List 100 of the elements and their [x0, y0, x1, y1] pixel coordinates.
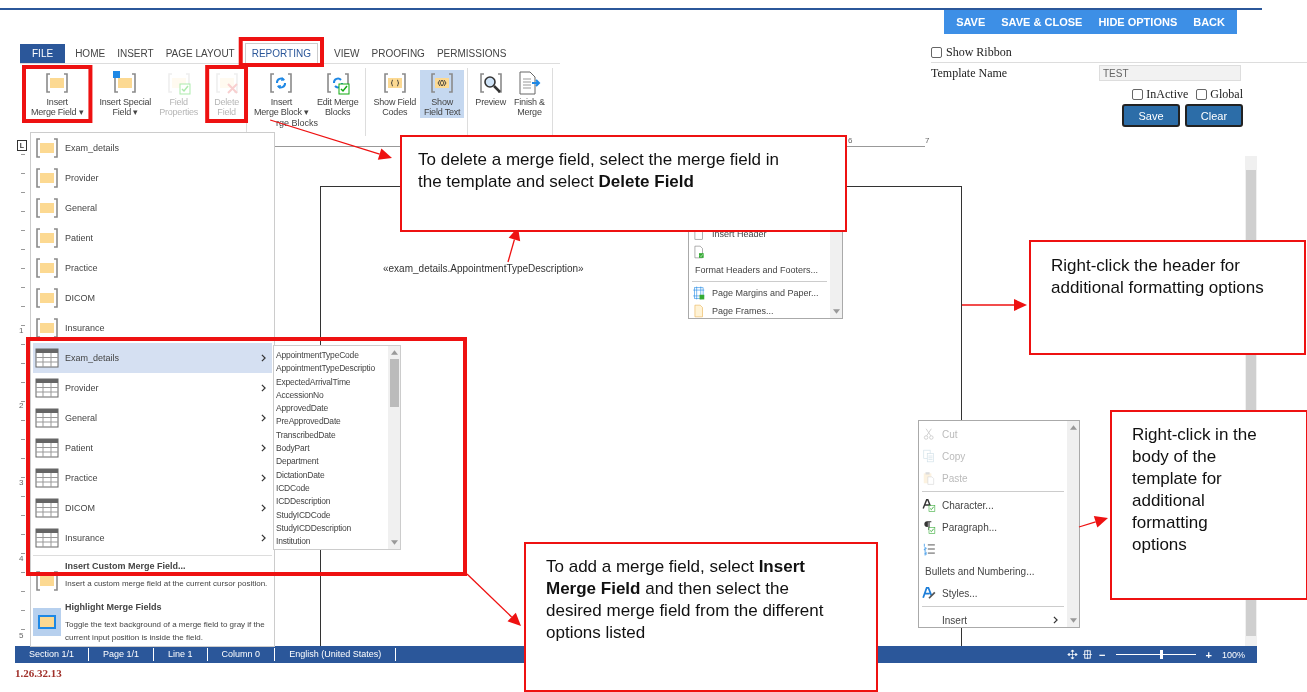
menu-item[interactable]: Page Frames...: [692, 302, 827, 320]
menu-scrollbar[interactable]: [388, 346, 400, 549]
ribbon-button[interactable]: Preview: [471, 70, 510, 118]
ribbon-tab[interactable]: INSERT: [111, 44, 160, 63]
field-check-icon: [166, 71, 191, 95]
menu-scrollbar[interactable]: [1067, 421, 1079, 627]
menu-item[interactable]: Insurance: [33, 313, 272, 343]
checkbox[interactable]: [1196, 89, 1208, 100]
menu-item[interactable]: DictationDate: [276, 468, 388, 482]
menu-item[interactable]: AppointmentTypeDescriptio: [276, 362, 388, 376]
table-icon: [35, 376, 59, 400]
menu-item[interactable]: Paragraph...: [922, 516, 1064, 538]
bracket-braces-icon: [382, 71, 407, 95]
paste-icon: [922, 471, 936, 485]
form-button[interactable]: Clear: [1185, 104, 1243, 127]
ribbon-tab[interactable]: PERMISSIONS: [430, 44, 513, 63]
menu-item[interactable]: ICDCode: [276, 481, 388, 496]
slider-thumb[interactable]: [1159, 650, 1163, 659]
scroll-down-icon[interactable]: [832, 309, 840, 314]
menu-item[interactable]: Provider: [33, 373, 272, 403]
file-tab[interactable]: FILE: [20, 44, 66, 63]
menu-item[interactable]: AccessionNo: [276, 388, 388, 403]
ribbon-button[interactable]: Show Field Codes: [369, 70, 420, 118]
status-item: Line 1: [154, 648, 208, 661]
bracket-field-icon: [35, 136, 59, 160]
page-check-icon: [692, 245, 706, 259]
menu-item[interactable]: Styles...: [922, 582, 1064, 604]
chevron-right-icon: [261, 474, 266, 482]
ribbon-button[interactable]: Show Field Text: [420, 70, 465, 118]
menu-item[interactable]: ExpectedArrivalTime: [276, 375, 388, 389]
menu-item[interactable]: StudyICDDescription: [276, 521, 388, 536]
scroll-up-icon[interactable]: [390, 350, 398, 355]
merge-field-text[interactable]: «exam_details.AppointmentTypeDescription»: [383, 263, 584, 274]
zoom-in-button[interactable]: +: [1201, 648, 1216, 661]
bracket-field-icon: [35, 286, 59, 310]
scroll-down-icon[interactable]: [1069, 618, 1077, 623]
bracket-cycle-check-icon: [325, 71, 350, 95]
scroll-up-icon[interactable]: [1069, 425, 1077, 430]
menu-item[interactable]: StudyICDCode: [276, 508, 388, 522]
menu-item[interactable]: TranscribedDate: [276, 428, 388, 443]
zoom-out-button[interactable]: −: [1095, 648, 1110, 661]
menu-item[interactable]: Insert: [922, 609, 1064, 631]
menu-item[interactable]: AppointmentTypeCode: [276, 349, 388, 363]
fit-page-icon[interactable]: [1082, 649, 1094, 660]
menu-item[interactable]: Patient: [33, 223, 272, 253]
bracket-field-icon: [35, 166, 59, 190]
menu-item[interactable]: PreApprovedDate: [276, 415, 388, 429]
template-name-field[interactable]: TEST: [1099, 65, 1241, 81]
checkbox-label: Show Ribbon: [946, 44, 1012, 60]
menu-item[interactable]: ApprovedDate: [276, 402, 388, 416]
copy-icon: [922, 449, 936, 463]
ribbon-tab[interactable]: REPORTING: [244, 43, 318, 63]
menu-item[interactable]: Institution: [276, 535, 388, 549]
menu-item[interactable]: Page Margins and Paper...: [692, 284, 827, 302]
menu-item[interactable]: Provider: [33, 163, 272, 193]
menu-item[interactable]: General: [33, 403, 272, 433]
bracket-field-icon: [45, 71, 70, 95]
ribbon-button[interactable]: Edit Merge Blocks: [312, 70, 363, 118]
ribbon-button[interactable]: Insert Special Field ▾: [95, 70, 156, 118]
page-icon: [692, 304, 706, 318]
menu-item[interactable]: Insert Custom Merge Field... Insert a custom merge field at the current cursor position.: [33, 558, 272, 599]
menu-item[interactable]: Insurance: [33, 523, 272, 553]
menu-item[interactable]: General: [33, 193, 272, 223]
numbered-list-icon: [922, 542, 936, 556]
menu-item[interactable]: Character...: [922, 494, 1064, 516]
menu-item[interactable]: Department: [276, 455, 388, 469]
ribbon-tab[interactable]: VIEW: [328, 44, 366, 63]
checkbox[interactable]: [931, 46, 942, 58]
bracket-field-flag-icon: [113, 71, 138, 95]
checkbox[interactable]: [1132, 89, 1144, 100]
form-button[interactable]: Save: [1122, 104, 1180, 127]
menu-item[interactable]: DICOM: [33, 493, 272, 523]
scroll-down-icon[interactable]: [390, 540, 398, 545]
ribbon-button[interactable]: Insert Merge Field ▾: [27, 70, 88, 118]
status-item: Page 1/1: [89, 648, 155, 661]
zoom-level: 100%: [1220, 649, 1246, 660]
menu-item[interactable]: Patient: [33, 433, 272, 463]
chevron-right-icon: [261, 444, 266, 452]
bracket-field-icon: [35, 256, 59, 280]
scroll-thumb[interactable]: [389, 359, 399, 407]
menu-item[interactable]: Bullets and Numbering...: [922, 560, 1064, 582]
menu-item[interactable]: Practice: [33, 463, 272, 493]
ribbon-tab[interactable]: PAGE LAYOUT: [159, 44, 241, 63]
menu-item[interactable]: Exam_details: [33, 133, 272, 163]
ribbon-button[interactable]: Finish & Merge: [510, 70, 549, 118]
menu-item[interactable]: Highlight Merge Fields Toggle the text background of a merge field to gray if the current input position is inside the field.: [33, 599, 272, 646]
ribbon-tab[interactable]: HOME: [69, 44, 112, 63]
status-item: English (United States): [275, 648, 397, 661]
menu-item[interactable]: Exam_details: [33, 343, 272, 373]
menu-item[interactable]: BodyPart: [276, 442, 388, 456]
menu-item[interactable]: DICOM: [33, 283, 272, 313]
menu-item[interactable]: Practice: [33, 253, 272, 283]
menu-item[interactable]: Format Headers and Footers...: [692, 261, 827, 279]
menu-item[interactable]: ICDDescription: [276, 495, 388, 509]
ribbon-tab[interactable]: PROOFING: [365, 44, 431, 63]
command-title: Insert Custom Merge Field...: [65, 561, 187, 571]
table-icon: [35, 406, 59, 430]
callout-text: To delete a merge field, select the merge field in the template and select Delete Field: [418, 150, 779, 191]
move-arrows-icon[interactable]: [1067, 649, 1079, 660]
chevron-right-icon: [261, 534, 266, 542]
